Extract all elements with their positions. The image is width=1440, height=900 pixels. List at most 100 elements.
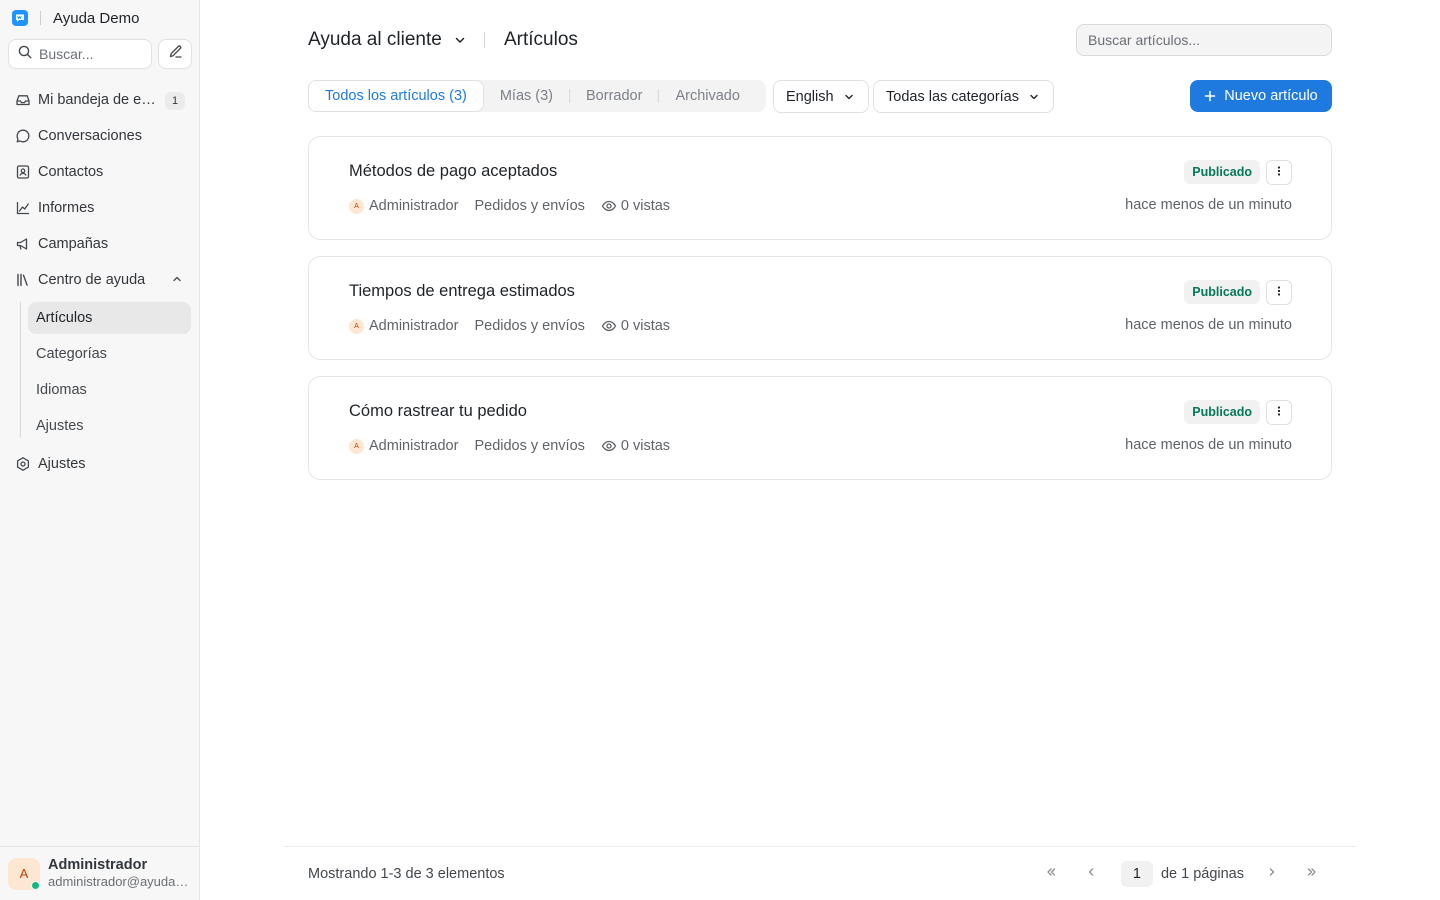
sidebar-item-label: Contactos (38, 164, 104, 180)
locale-value: English (786, 88, 834, 105)
article-title: Tiempos de entrega estimados (349, 282, 575, 300)
sidebar-item-inbox[interactable]: Mi bandeja de entrada 1 (8, 84, 192, 116)
previous-page-button[interactable] (1078, 861, 1104, 887)
compose-button[interactable] (158, 39, 192, 69)
sidebar-subitem-categories[interactable]: Categorías (28, 338, 191, 370)
article-updated-time: hace menos de un minuto (1125, 197, 1292, 213)
sidebar-item-label: Campañas (38, 236, 109, 252)
main-content: Ayuda al cliente Artículos Todos los art… (200, 0, 1440, 900)
brand-divider (40, 11, 41, 25)
megaphone-icon (14, 235, 32, 253)
header-divider (484, 32, 485, 48)
portal-switcher[interactable]: Ayuda al cliente (308, 28, 468, 52)
author-avatar: A (349, 198, 364, 214)
brand[interactable]: Ayuda Demo (12, 9, 139, 27)
sidebar-item-contacts[interactable]: Contactos (8, 156, 192, 188)
user-name: Administrador (48, 857, 148, 873)
portal-name: Ayuda al cliente (308, 29, 442, 50)
chevron-down-icon (452, 32, 468, 48)
brand-logo-icon (12, 10, 28, 26)
article-meta: A Administrador Pedidos y envíos 0 vista… (349, 437, 670, 455)
chevron-left-icon (1084, 865, 1098, 883)
status-badge: Publicado (1184, 400, 1260, 424)
pagination-footer: Mostrando 1-3 de 3 elementos 1 de 1 pági… (284, 846, 1356, 900)
eye-icon (601, 200, 617, 212)
user-profile[interactable]: A Administrador administrador@ayudademo.… (0, 846, 199, 900)
author-avatar: A (349, 318, 364, 334)
chevrons-right-icon (1305, 865, 1319, 883)
sidebar-item-conversations[interactable]: Conversaciones (8, 120, 192, 152)
views-count: 0 vistas (620, 318, 671, 334)
category-dropdown[interactable]: Todas las categorías (873, 80, 1054, 113)
sidebar-item-reports[interactable]: Informes (8, 192, 192, 224)
article-search-input[interactable] (1076, 24, 1332, 56)
sidebar-search-input[interactable] (39, 46, 139, 62)
sidebar-subitem-settings[interactable]: Ajustes (28, 410, 191, 442)
article-card[interactable]: Métodos de pago aceptados Publicado A Ad… (308, 136, 1332, 240)
article-menu-button[interactable] (1266, 280, 1292, 305)
sidebar: Ayuda Demo Mi bandeja de entrada 1 Conve… (0, 0, 200, 900)
author-avatar: A (349, 438, 364, 454)
sidebar-item-label: Informes (38, 200, 95, 216)
sidebar-item-label: Ajustes (38, 456, 86, 472)
sidebar-item-campaigns[interactable]: Campañas (8, 228, 192, 260)
last-page-button[interactable] (1299, 861, 1325, 887)
pagination-controls: 1 de 1 páginas (1031, 861, 1332, 887)
line-chart-icon (14, 199, 32, 217)
article-updated-time: hace menos de un minuto (1125, 317, 1292, 333)
library-icon (14, 271, 32, 289)
sidebar-item-help-center[interactable]: Centro de ayuda (8, 264, 192, 296)
more-vertical-icon (1277, 164, 1281, 182)
article-menu-button[interactable] (1266, 160, 1292, 185)
pagination-summary: Mostrando 1-3 de 3 elementos (308, 866, 505, 882)
article-category: Pedidos y envíos (474, 198, 585, 214)
sidebar-item-settings[interactable]: Ajustes (8, 448, 192, 480)
article-views: 0 vistas (601, 318, 670, 334)
article-title: Métodos de pago aceptados (349, 162, 558, 180)
article-meta: A Administrador Pedidos y envíos 0 vista… (349, 197, 670, 215)
article-card[interactable]: Tiempos de entrega estimados Publicado A… (308, 256, 1332, 360)
tab-all-articles[interactable]: Todos los artículos (3) (308, 80, 484, 112)
tab-mine[interactable]: Mías (3) (484, 80, 569, 112)
current-page[interactable]: 1 (1120, 861, 1153, 887)
chevron-right-icon (1265, 865, 1279, 883)
article-card[interactable]: Cómo rastrear tu pedido Publicado A Admi… (308, 376, 1332, 480)
page-title: Artículos (504, 29, 578, 50)
tab-archived[interactable]: Archivado (659, 80, 755, 112)
avatar-initial: A (19, 866, 29, 881)
tab-draft[interactable]: Borrador (570, 80, 658, 112)
article-meta: A Administrador Pedidos y envíos 0 vista… (349, 317, 670, 335)
eye-icon (601, 320, 617, 332)
sidebar-subitem-locales[interactable]: Idiomas (28, 374, 191, 406)
article-views: 0 vistas (601, 198, 670, 214)
next-page-button[interactable] (1259, 861, 1285, 887)
first-page-button[interactable] (1038, 861, 1064, 887)
plus-icon (1204, 90, 1216, 102)
article-author: Administrador (369, 198, 459, 214)
sidebar-search[interactable] (8, 39, 152, 69)
pencil-icon (168, 44, 183, 64)
status-badge: Publicado (1184, 160, 1260, 184)
user-email: administrador@ayudademo.com (48, 874, 190, 889)
status-badge: Publicado (1184, 280, 1260, 304)
inbox-icon (14, 91, 32, 109)
sidebar-item-label: Mi bandeja de entrada (38, 92, 160, 108)
article-views: 0 vistas (601, 438, 670, 454)
article-menu-button[interactable] (1266, 400, 1292, 425)
sidebar-item-label: Conversaciones (38, 128, 142, 144)
brand-name: Ayuda Demo (53, 9, 140, 27)
sidebar-item-label: Centro de ayuda (38, 272, 146, 288)
article-title: Cómo rastrear tu pedido (349, 402, 527, 420)
online-status-dot (31, 880, 40, 890)
sidebar-subitem-articles[interactable]: Artículos (28, 302, 191, 334)
locale-dropdown[interactable]: English (773, 80, 869, 113)
article-author: Administrador (369, 438, 459, 454)
article-author: Administrador (369, 318, 459, 334)
new-article-button[interactable]: Nuevo artículo (1190, 80, 1332, 112)
article-updated-time: hace menos de un minuto (1125, 437, 1292, 453)
more-vertical-icon (1277, 404, 1281, 422)
category-value: Todas las categorías (886, 88, 1019, 105)
views-count: 0 vistas (620, 198, 671, 214)
search-icon (18, 45, 32, 64)
subtree-guide-line (20, 302, 21, 438)
